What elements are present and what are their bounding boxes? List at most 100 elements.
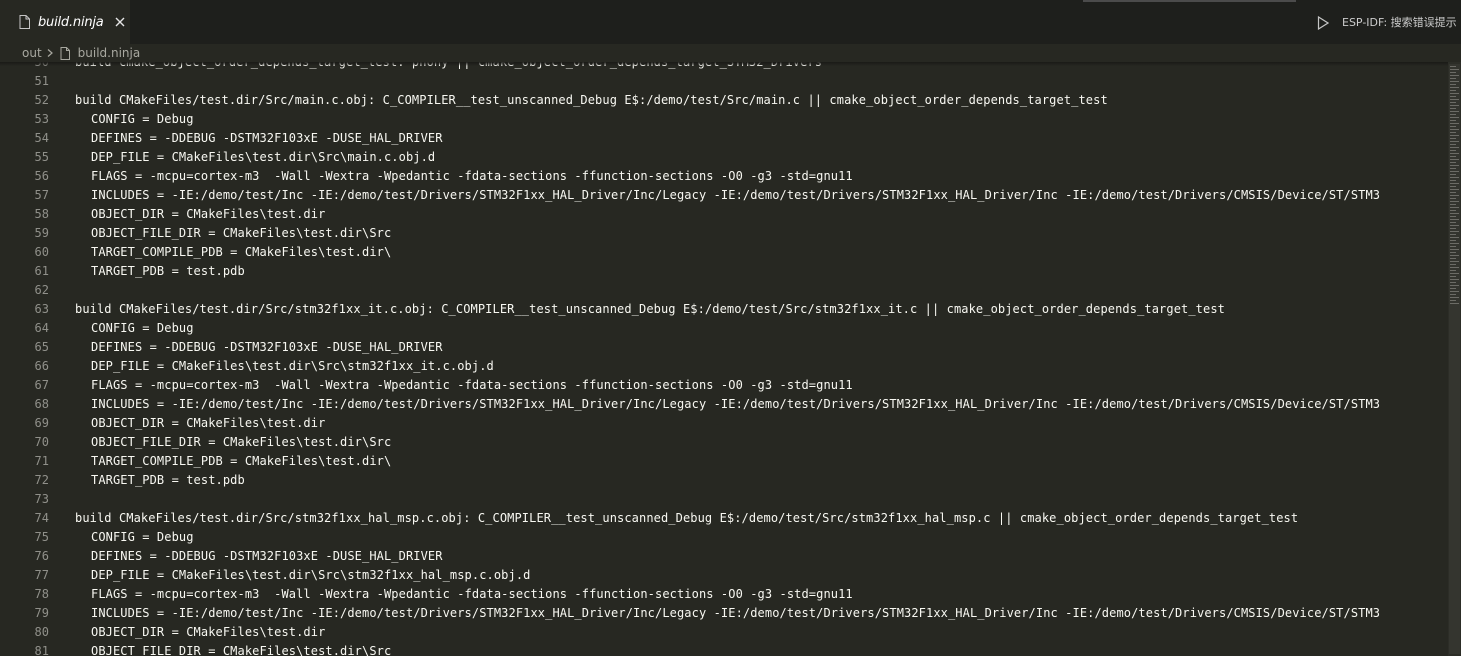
tab-build-ninja[interactable]: build.ninja: [0, 0, 130, 44]
code-line[interactable]: 74 build CMakeFiles/test.dir/Src/stm32f1x…: [0, 509, 1448, 528]
code-line[interactable]: 57 INCLUDES = -IE:/demo/test/Inc -IE:/dem…: [0, 186, 1448, 205]
code-line[interactable]: 62: [0, 281, 1448, 300]
minimap-line: [1450, 189, 1459, 190]
line-number: 73: [34, 492, 49, 506]
minimap-line: [1450, 144, 1456, 145]
code-text: DEP_FILE = CMakeFiles\test.dir\Src\stm32…: [91, 568, 531, 582]
line-number: 79: [34, 606, 49, 620]
minimap-line: [1450, 87, 1459, 88]
code-line[interactable]: 54 DEFINES = -DDEBUG -DSTM32F103xE -DUSE_…: [0, 129, 1448, 148]
code-lines: 50build cmake_object_order_depends_targe…: [0, 62, 1448, 656]
code-line[interactable]: 66 DEP_FILE = CMakeFiles\test.dir\Src\stm…: [0, 357, 1448, 376]
line-number: 69: [34, 416, 49, 430]
line-number: 76: [34, 549, 49, 563]
code-line[interactable]: 58 OBJECT_DIR = CMakeFiles\test.dir: [0, 205, 1448, 224]
code-line[interactable]: 73: [0, 490, 1448, 509]
minimap-line: [1450, 90, 1456, 91]
minimap-line: [1450, 288, 1456, 289]
line-number: 78: [34, 587, 49, 601]
minimap-line: [1450, 231, 1459, 232]
minimap-line: [1450, 243, 1459, 244]
minimap-line: [1450, 78, 1456, 79]
minimap-line: [1450, 129, 1459, 130]
scrollbar-thumb[interactable]: [1449, 64, 1460, 654]
minimap-line: [1450, 201, 1459, 202]
code-line[interactable]: 67 FLAGS = -mcpu=cortex-m3 -Wall -Wextra …: [0, 376, 1448, 395]
code-line[interactable]: 68 INCLUDES = -IE:/demo/test/Inc -IE:/dem…: [0, 395, 1448, 414]
code-line[interactable]: 59 OBJECT_FILE_DIR = CMakeFiles\test.dir\…: [0, 224, 1448, 243]
minimap-line: [1450, 159, 1459, 160]
code-line[interactable]: 55 DEP_FILE = CMakeFiles\test.dir\Src\mai…: [0, 148, 1448, 167]
minimap-line: [1450, 150, 1456, 151]
code-line[interactable]: 70 OBJECT_FILE_DIR = CMakeFiles\test.dir\…: [0, 433, 1448, 452]
minimap-line: [1450, 93, 1459, 94]
play-icon[interactable]: [1317, 16, 1329, 30]
code-line[interactable]: 64 CONFIG = Debug: [0, 319, 1448, 338]
code-line[interactable]: 53 CONFIG = Debug: [0, 110, 1448, 129]
line-number: 66: [34, 359, 49, 373]
code-line[interactable]: 63 build CMakeFiles/test.dir/Src/stm32f1x…: [0, 300, 1448, 319]
tab-label: build.ninja: [38, 14, 104, 30]
line-number: 57: [34, 188, 49, 202]
minimap-line: [1450, 225, 1459, 226]
tab-bar: build.ninja ESP-IDF: 搜索错误提示: [0, 0, 1461, 44]
vertical-scrollbar[interactable]: [1448, 62, 1461, 656]
line-number: 77: [34, 568, 49, 582]
code-line[interactable]: 56 FLAGS = -mcpu=cortex-m3 -Wall -Wextra …: [0, 167, 1448, 186]
code-line[interactable]: 72 TARGET_PDB = test.pdb: [0, 471, 1448, 490]
minimap-line: [1450, 102, 1456, 103]
line-number: 75: [34, 530, 49, 544]
code-text: TARGET_PDB = test.pdb: [91, 264, 245, 278]
minimap-line: [1450, 186, 1456, 187]
minimap-line: [1450, 165, 1459, 166]
minimap-line: [1450, 228, 1456, 229]
minimap-line: [1450, 294, 1456, 295]
code-line[interactable]: 52 build CMakeFiles/test.dir/Src/main.c.o…: [0, 91, 1448, 110]
minimap-line: [1450, 171, 1459, 172]
minimap-line: [1450, 147, 1459, 148]
code-text: DEFINES = -DDEBUG -DSTM32F103xE -DUSE_HA…: [91, 131, 443, 145]
code-line[interactable]: 80 OBJECT_DIR = CMakeFiles\test.dir: [0, 623, 1448, 642]
line-number: 71: [34, 454, 49, 468]
code-editor[interactable]: 50build cmake_object_order_depends_targe…: [0, 62, 1448, 656]
minimap-line: [1450, 270, 1456, 271]
code-line[interactable]: 81 OBJECT_FILE_DIR = CMakeFiles\test.dir\…: [0, 642, 1448, 656]
code-line[interactable]: 76 DEFINES = -DDEBUG -DSTM32F103xE -DUSE_…: [0, 547, 1448, 566]
minimap-line: [1450, 153, 1459, 154]
minimap-line: [1450, 198, 1456, 199]
code-line[interactable]: 51: [0, 72, 1448, 91]
minimap-line: [1450, 285, 1459, 286]
line-number: 67: [34, 378, 49, 392]
code-line[interactable]: 71 TARGET_COMPILE_PDB = CMakeFiles\test.d…: [0, 452, 1448, 471]
minimap-line: [1450, 135, 1459, 136]
code-text: TARGET_PDB = test.pdb: [91, 473, 245, 487]
minimap-line: [1450, 132, 1456, 133]
code-text: TARGET_COMPILE_PDB = CMakeFiles\test.dir…: [91, 245, 392, 259]
minimap-line: [1450, 207, 1459, 208]
line-number: 52: [34, 93, 49, 107]
code-line[interactable]: 69 OBJECT_DIR = CMakeFiles\test.dir: [0, 414, 1448, 433]
minimap-line: [1450, 168, 1456, 169]
code-line[interactable]: 77 DEP_FILE = CMakeFiles\test.dir\Src\stm…: [0, 566, 1448, 585]
breadcrumb-file[interactable]: build.ninja: [78, 46, 141, 60]
minimap-line: [1450, 99, 1459, 100]
minimap-line: [1450, 303, 1459, 304]
code-line[interactable]: 65 DEFINES = -DDEBUG -DSTM32F103xE -DUSE_…: [0, 338, 1448, 357]
esp-idf-status[interactable]: ESP-IDF: 搜索错误提示: [1342, 14, 1457, 30]
minimap-line: [1450, 255, 1459, 256]
code-line[interactable]: 61 TARGET_PDB = test.pdb: [0, 262, 1448, 281]
code-line[interactable]: 78 FLAGS = -mcpu=cortex-m3 -Wall -Wextra …: [0, 585, 1448, 604]
code-line[interactable]: 75 CONFIG = Debug: [0, 528, 1448, 547]
code-line[interactable]: 60 TARGET_COMPILE_PDB = CMakeFiles\test.d…: [0, 243, 1448, 262]
minimap-line: [1450, 177, 1459, 178]
line-number: 61: [34, 264, 49, 278]
minimap-line: [1450, 141, 1459, 142]
minimap-line: [1450, 192, 1456, 193]
title-drag-region: [1083, 0, 1296, 2]
minimap-line: [1450, 180, 1456, 181]
breadcrumb-folder[interactable]: out: [22, 46, 42, 60]
minimap-line: [1450, 117, 1459, 118]
minimap-line: [1450, 114, 1456, 115]
close-icon[interactable]: [113, 15, 127, 29]
code-line[interactable]: 79 INCLUDES = -IE:/demo/test/Inc -IE:/dem…: [0, 604, 1448, 623]
